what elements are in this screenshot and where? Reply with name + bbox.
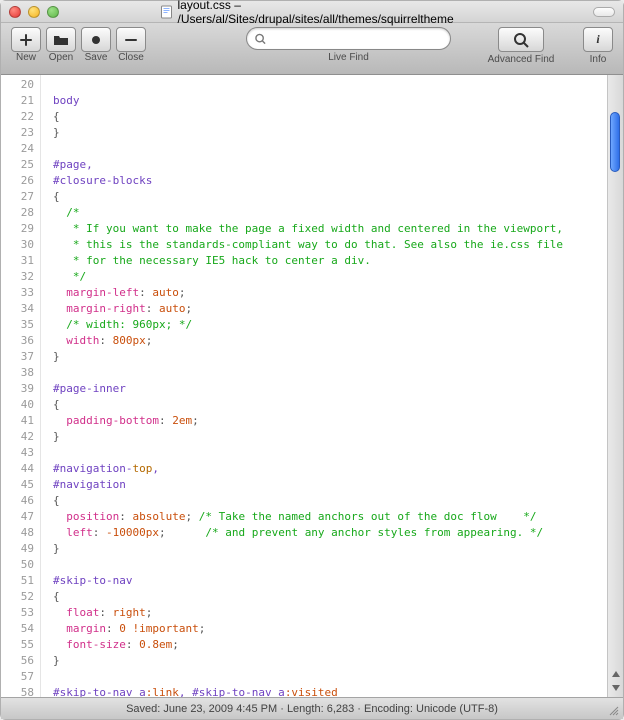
folder-icon: [53, 34, 69, 46]
plus-icon: [19, 33, 33, 47]
code-content[interactable]: body { } #page, #closure-blocks { /* * I…: [41, 75, 607, 697]
document-icon: [161, 5, 174, 19]
line-number: 50: [1, 557, 34, 573]
line-number: 24: [1, 141, 34, 157]
line-number: 44: [1, 461, 34, 477]
line-number: 25: [1, 157, 34, 173]
line-number: 56: [1, 653, 34, 669]
status-text: Saved: June 23, 2009 4:45 PM · Length: 6…: [126, 703, 498, 715]
line-number: 36: [1, 333, 34, 349]
advanced-find-group: Advanced Find: [481, 27, 561, 65]
dot-icon: [91, 35, 101, 45]
line-number: 33: [1, 285, 34, 301]
line-number: 20: [1, 77, 34, 93]
line-number: 40: [1, 397, 34, 413]
info-button[interactable]: i: [583, 27, 613, 52]
vertical-scrollbar[interactable]: [607, 75, 623, 697]
line-number: 47: [1, 509, 34, 525]
close-label: Close: [116, 52, 146, 63]
line-number: 51: [1, 573, 34, 589]
toolbar-pill-icon[interactable]: [593, 7, 615, 17]
line-number: 38: [1, 365, 34, 381]
editor-area: 2021222324252627282930313233343536373839…: [1, 75, 623, 697]
line-number: 23: [1, 125, 34, 141]
line-number: 55: [1, 637, 34, 653]
close-window-icon[interactable]: [9, 6, 21, 18]
line-number-gutter: 2021222324252627282930313233343536373839…: [1, 75, 41, 697]
line-number: 43: [1, 445, 34, 461]
line-number: 48: [1, 525, 34, 541]
line-number: 29: [1, 221, 34, 237]
line-number: 35: [1, 317, 34, 333]
line-number: 22: [1, 109, 34, 125]
line-number: 21: [1, 93, 34, 109]
scroll-thumb[interactable]: [610, 112, 620, 172]
search-icon: [255, 33, 266, 45]
toolbar-file-group: New Open Save Close: [11, 27, 146, 63]
line-number: 52: [1, 589, 34, 605]
info-group: i Info: [583, 27, 613, 65]
advanced-find-button[interactable]: [498, 27, 544, 52]
line-number: 58: [1, 685, 34, 697]
live-find-group: Live Find: [246, 27, 451, 63]
line-number: 49: [1, 541, 34, 557]
line-number: 54: [1, 621, 34, 637]
live-find-label: Live Find: [328, 52, 369, 63]
line-number: 26: [1, 173, 34, 189]
line-number: 31: [1, 253, 34, 269]
traffic-lights: [9, 6, 59, 18]
resize-grip-icon[interactable]: [607, 704, 619, 716]
window-title: layout.css – /Users/al/Sites/drupal/site…: [178, 0, 468, 26]
line-number: 34: [1, 301, 34, 317]
toolbar: New Open Save Close Live Find Advanced F…: [1, 23, 623, 75]
line-number: 57: [1, 669, 34, 685]
magnifier-icon: [513, 32, 529, 48]
minus-icon: [124, 33, 138, 47]
save-label: Save: [81, 52, 111, 63]
line-number: 30: [1, 237, 34, 253]
line-number: 46: [1, 493, 34, 509]
title-wrap: layout.css – /Users/al/Sites/drupal/site…: [157, 0, 468, 26]
line-number: 32: [1, 269, 34, 285]
live-find-field[interactable]: [246, 27, 451, 50]
search-input[interactable]: [270, 32, 442, 46]
scroll-up-arrow-icon[interactable]: [611, 669, 621, 679]
line-number: 27: [1, 189, 34, 205]
line-number: 39: [1, 381, 34, 397]
statusbar: Saved: June 23, 2009 4:45 PM · Length: 6…: [1, 697, 623, 719]
save-button[interactable]: [81, 27, 111, 52]
window-titlebar: layout.css – /Users/al/Sites/drupal/site…: [1, 1, 623, 23]
open-label: Open: [46, 52, 76, 63]
zoom-window-icon[interactable]: [47, 6, 59, 18]
close-button[interactable]: [116, 27, 146, 52]
new-label: New: [11, 52, 41, 63]
open-button[interactable]: [46, 27, 76, 52]
line-number: 41: [1, 413, 34, 429]
new-button[interactable]: [11, 27, 41, 52]
info-icon: i: [596, 32, 599, 47]
info-label: Info: [590, 54, 607, 65]
scroll-down-arrow-icon[interactable]: [611, 683, 621, 693]
line-number: 37: [1, 349, 34, 365]
line-number: 28: [1, 205, 34, 221]
minimize-window-icon[interactable]: [28, 6, 40, 18]
line-number: 45: [1, 477, 34, 493]
line-number: 53: [1, 605, 34, 621]
advanced-find-label: Advanced Find: [481, 54, 561, 65]
line-number: 42: [1, 429, 34, 445]
